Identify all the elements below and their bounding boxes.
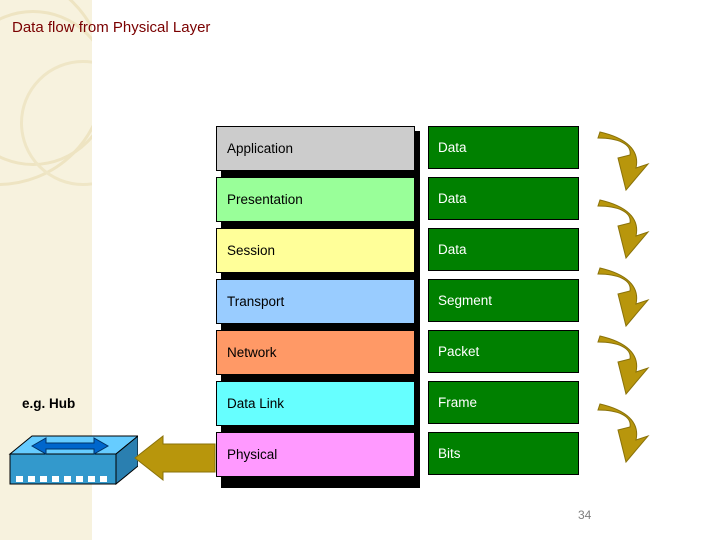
osi-layer-row: Physical — [216, 432, 415, 477]
pdu-row: Data — [428, 177, 579, 220]
osi-layer-row: Application — [216, 126, 415, 171]
osi-layer-label: Session — [227, 243, 276, 258]
osi-layer-stack: Application Presentation Session Transport N… — [216, 126, 415, 483]
page-number: 34 — [578, 508, 592, 522]
osi-layer-label: Data Link — [227, 396, 285, 411]
osi-layer-label: Application — [227, 141, 294, 156]
pdu-label: Bits — [438, 446, 461, 461]
hub-example-label: e.g. Hub — [22, 396, 76, 411]
osi-layer-row: Session — [216, 228, 415, 273]
page-title: Data flow from Physical Layer — [12, 19, 211, 36]
flow-direction-arrow-icon — [134, 434, 216, 482]
osi-layer-label: Transport — [227, 294, 285, 309]
pdu-row: Segment — [428, 279, 579, 322]
osi-layer-row: Presentation — [216, 177, 415, 222]
data-flow-ribbon-icon — [597, 131, 650, 464]
pdu-label: Frame — [438, 395, 478, 410]
pdu-row: Frame — [428, 381, 579, 424]
pdu-row: Data — [428, 126, 579, 169]
pdu-label: Segment — [438, 293, 493, 308]
osi-layer-row: Data Link — [216, 381, 415, 426]
osi-layer-label: Presentation — [227, 192, 303, 207]
pdu-label: Packet — [438, 344, 480, 359]
network-hub-icon — [8, 435, 138, 486]
osi-layer-label: Network — [227, 345, 277, 360]
pdu-label: Data — [438, 140, 467, 155]
osi-layer-row: Network — [216, 330, 415, 375]
pdu-row: Bits — [428, 432, 579, 475]
pdu-row: Data — [428, 228, 579, 271]
pdu-label: Data — [438, 242, 467, 257]
osi-layer-row: Transport — [216, 279, 415, 324]
pdu-label: Data — [438, 191, 467, 206]
pdu-row: Packet — [428, 330, 579, 373]
osi-layer-label: Physical — [227, 447, 278, 462]
